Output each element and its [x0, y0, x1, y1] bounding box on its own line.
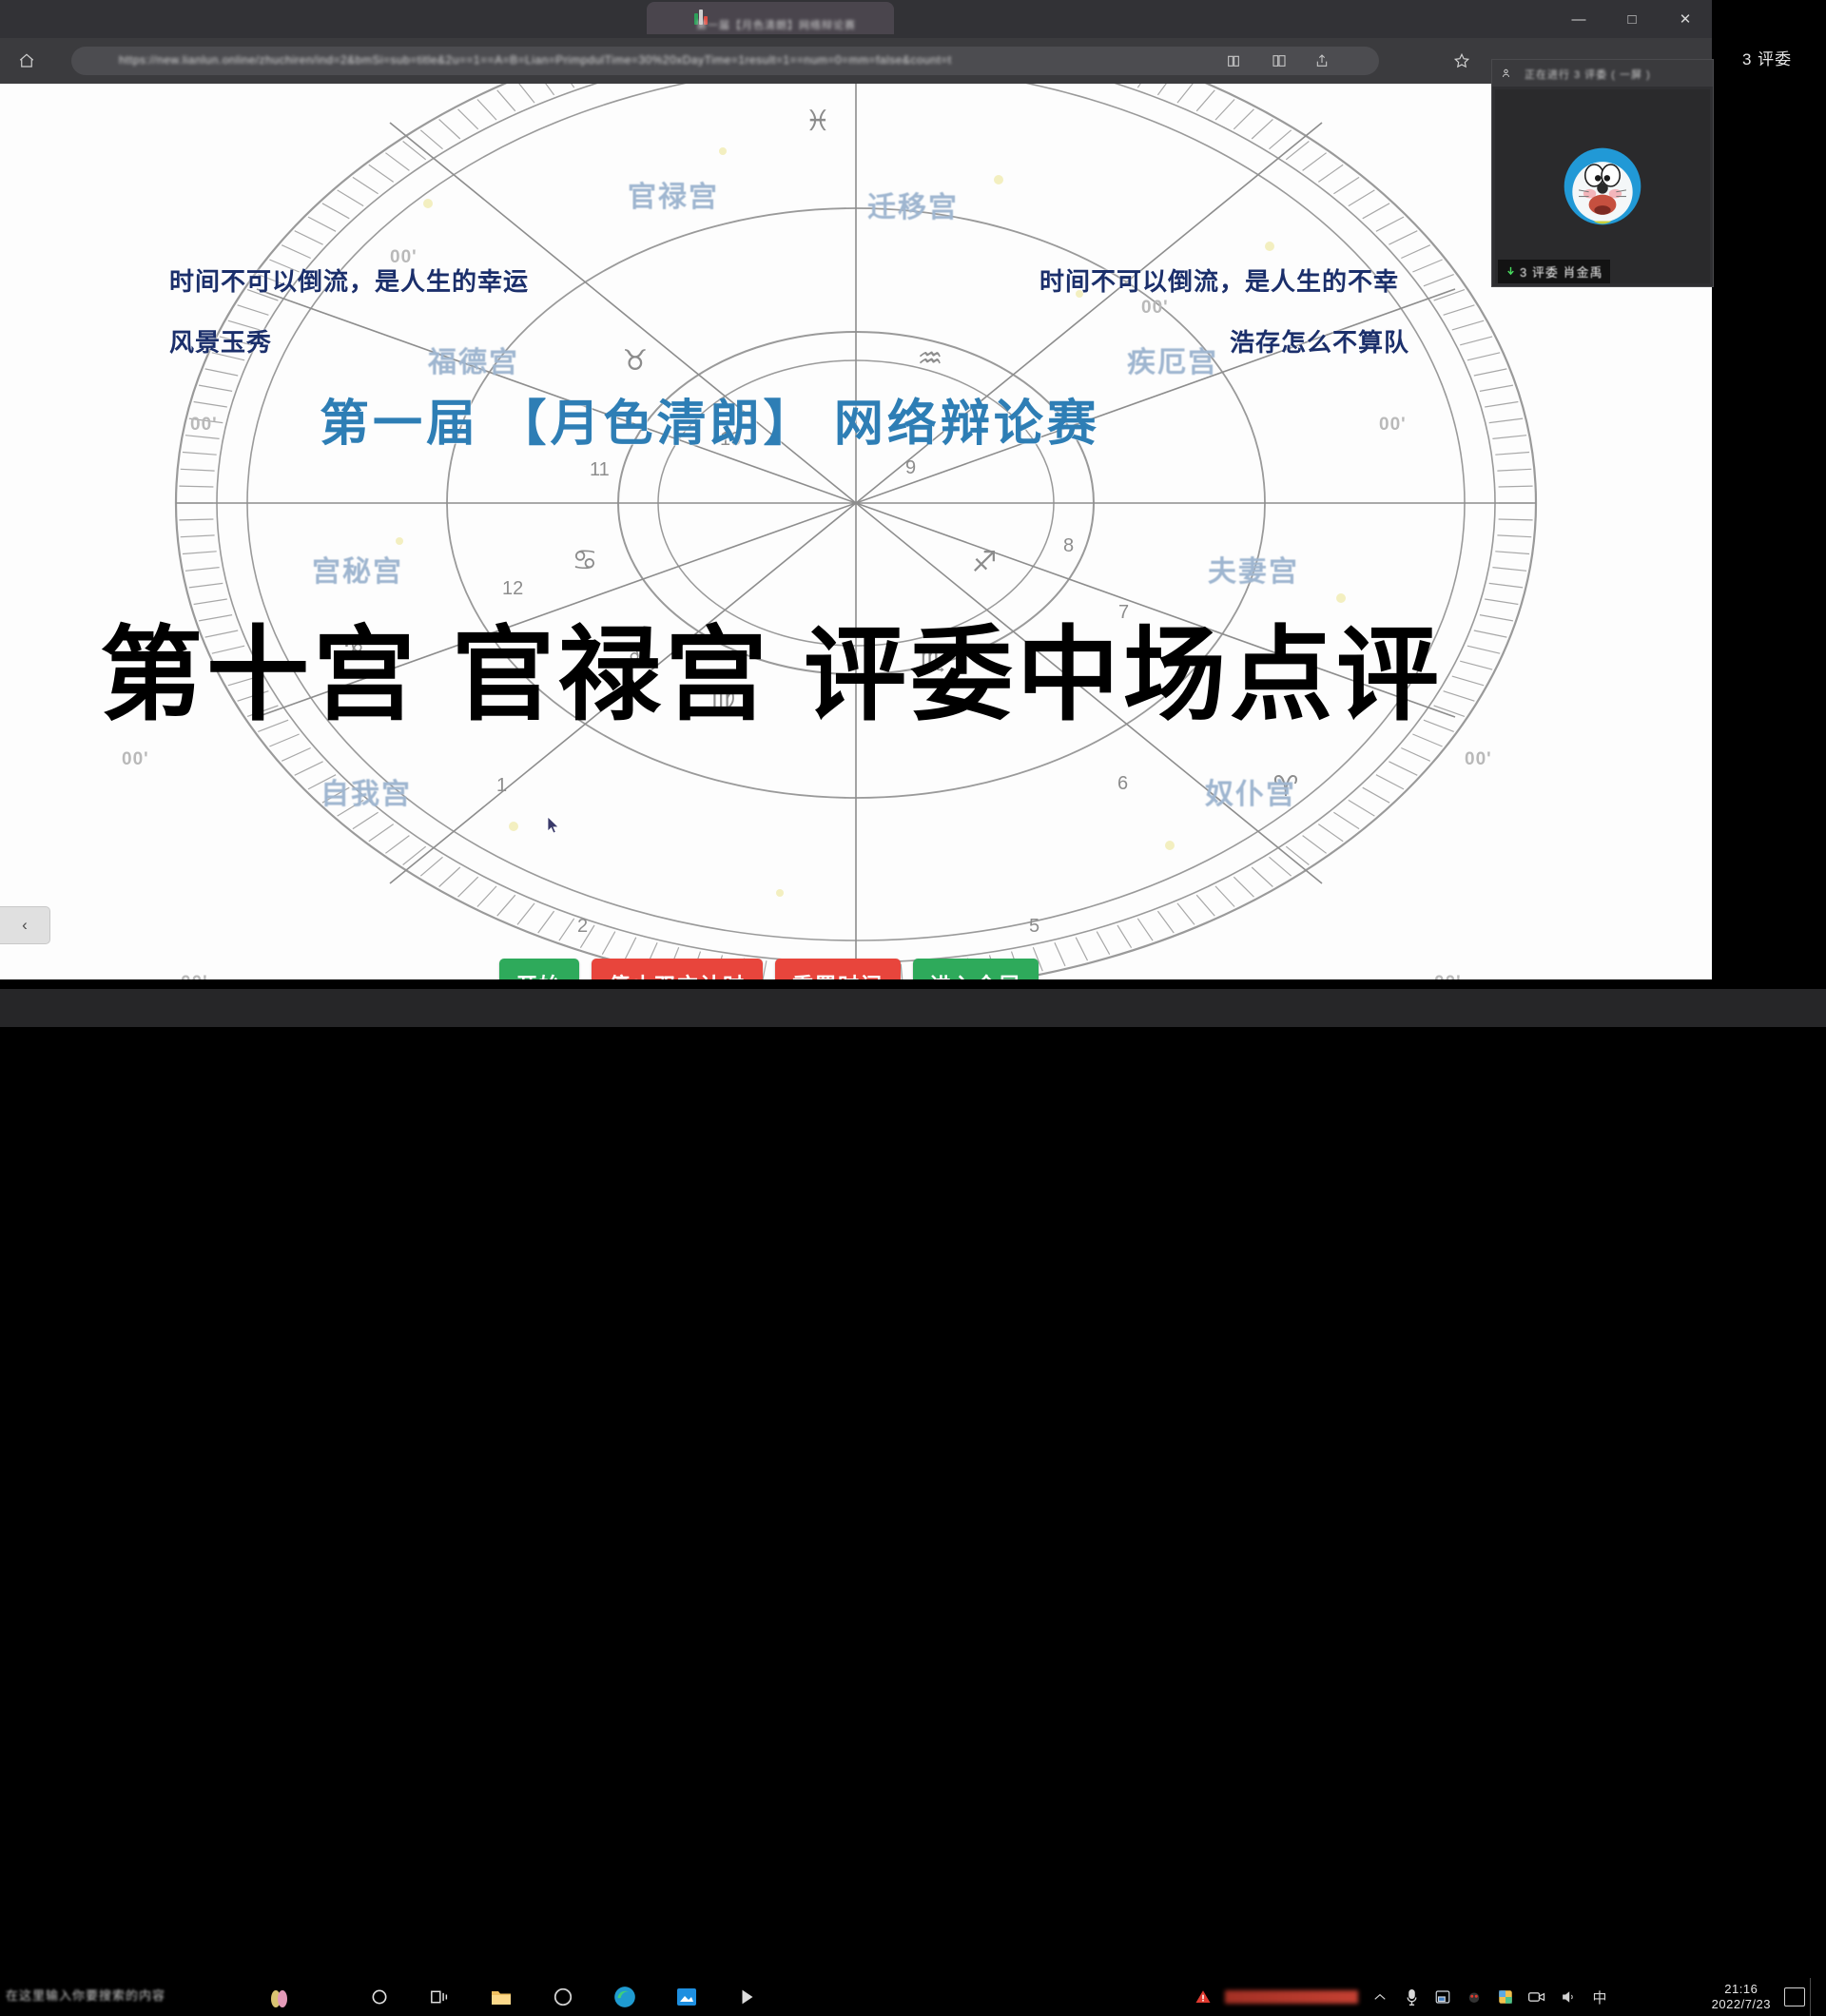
side-panel-handle[interactable]: ‹ [0, 906, 50, 944]
taskbar-clock[interactable]: 21:16 2022/7/23 [1712, 1982, 1771, 2012]
degree-label: 00' [1465, 749, 1492, 770]
page-title: 第十宫 官禄宫 评委中场点评 [100, 592, 1443, 741]
address-bar[interactable]: https://new.lianlun.online/zhuchiren/ind… [71, 47, 1379, 75]
svg-text:♓: ♓ [806, 105, 831, 138]
cortana-icon[interactable] [366, 1984, 393, 2010]
participant-video-tile[interactable]: 3 评委 肖金禹 [1495, 89, 1710, 283]
tab-title: 第一届【月色清朗】网络辩论赛 [696, 17, 886, 32]
house-label-guanlu: 官禄宫 [628, 173, 719, 215]
ime-indicator[interactable]: 中 [1590, 1987, 1609, 2006]
mouse-cursor [547, 816, 560, 835]
microphone-icon[interactable] [1402, 1987, 1421, 2006]
house-label-ziwo: 自我宫 [321, 770, 412, 812]
edge-icon[interactable] [612, 1984, 638, 2010]
degree-label: 00' [1434, 973, 1462, 979]
quote-right-line2: 浩存怎么不算队 [1230, 323, 1409, 359]
home-icon[interactable] [15, 49, 38, 72]
participant-name-pill: 3 评委 肖金禹 [1498, 260, 1610, 283]
degree-label: 00' [122, 749, 149, 770]
svg-text:♋: ♋ [573, 544, 598, 577]
reader-icon[interactable] [1222, 49, 1245, 72]
chrome-icon[interactable] [550, 1984, 576, 2010]
house-label-xiongdi: 宫秘宫 [312, 548, 403, 590]
file-explorer-icon[interactable] [488, 1984, 515, 2010]
degree-label: 00' [1141, 298, 1169, 319]
gutter-meeting-label: 3 评委 [1742, 46, 1792, 69]
svg-text:♐: ♐ [972, 546, 998, 579]
volume-icon[interactable] [1559, 1987, 1578, 2006]
house-number: 11 [590, 459, 610, 481]
meeting-panel[interactable]: 正在进行 3 评委 ( 一屏 ) [1491, 59, 1714, 287]
reset-time-button[interactable]: 重置时间 [775, 959, 901, 979]
avatar [1557, 141, 1648, 232]
house-label-nupu: 奴仆宫 [1205, 770, 1296, 812]
system-tray: 中 [1194, 1984, 1609, 2010]
next-arrow-icon[interactable]: → [1051, 968, 1091, 979]
quote-left-line2: 风景玉秀 [169, 323, 272, 359]
clock-date: 2022/7/23 [1712, 1997, 1771, 2012]
media-app-icon[interactable] [734, 1984, 761, 2010]
house-number: 8 [1063, 535, 1074, 557]
chevron-up-icon[interactable] [1370, 1987, 1389, 2006]
favorite-star-icon[interactable] [1450, 49, 1473, 72]
collections-icon[interactable] [1268, 49, 1291, 72]
start-button[interactable]: 开始 [499, 959, 579, 979]
house-label-fude: 福德宫 [428, 339, 519, 380]
browser-tab[interactable]: 第一届【月色清朗】网络辩论赛 [647, 2, 894, 34]
notification-center-icon[interactable] [1784, 1987, 1805, 2006]
close-icon[interactable]: ✕ [1659, 0, 1712, 38]
desktop: 第一届【月色清朗】网络辩论赛 — □ ✕ https://new.lianlun… [0, 0, 1826, 1027]
task-view-icon[interactable] [426, 1984, 453, 2010]
participant-name: 3 评委 肖金禹 [1520, 262, 1603, 281]
photos-app-icon[interactable] [266, 1984, 293, 2010]
house-number: 6 [1117, 773, 1128, 795]
degree-label: 00' [1379, 415, 1407, 436]
event-subtitle: 第一届 【月色清朗】 网络辩论赛 [320, 383, 1100, 455]
page-viewport: ♉ ♒ ♋ ♐ ♌ ♏ ♍ ♓ ♑ ♈ [0, 84, 1712, 979]
control-button-row: ← 开始 停止双方计时 重置时间 进入全屏 → [447, 959, 1091, 979]
browser-titlebar: 第一届【月色清朗】网络辩论赛 — □ ✕ [0, 0, 1712, 38]
svg-text:♒: ♒ [918, 342, 943, 376]
fullscreen-button[interactable]: 进入全屏 [913, 959, 1039, 979]
recording-status-label [1225, 1990, 1358, 2004]
svg-text:♉: ♉ [623, 344, 649, 378]
quote-left-line1: 时间不可以倒流，是人生的幸运 [169, 262, 529, 298]
house-number: 9 [905, 457, 916, 479]
mic-down-icon [1505, 265, 1516, 278]
house-label-jie: 疾厄宫 [1127, 339, 1218, 380]
people-icon [1502, 68, 1513, 79]
degree-label: 00' [190, 415, 218, 436]
minimize-icon[interactable]: — [1552, 0, 1605, 38]
quote-right-line1: 时间不可以倒流，是人生的不幸 [1039, 262, 1399, 298]
screenshot-icon[interactable] [1433, 1987, 1452, 2006]
house-label-fuqi: 夫妻宫 [1208, 548, 1299, 590]
clock-time: 21:16 [1712, 1982, 1771, 1997]
share-icon[interactable] [1311, 49, 1333, 72]
house-number: 5 [1029, 916, 1039, 938]
stop-timer-button[interactable]: 停止双方计时 [592, 959, 763, 979]
antivirus-icon[interactable] [1465, 1987, 1484, 2006]
taskbar: 在这里输入你要搜索的内容 [0, 989, 1826, 1027]
browser-window: 第一届【月色清朗】网络辩论赛 — □ ✕ https://new.lianlun… [0, 0, 1712, 979]
house-number: 1 [496, 775, 507, 797]
warning-icon[interactable] [1194, 1987, 1213, 2006]
house-label-qianyi: 迁移宫 [867, 184, 959, 225]
show-desktop-button[interactable] [1810, 1978, 1820, 2016]
taskbar-search-placeholder: 在这里输入你要搜索的内容 [6, 1988, 165, 2003]
maximize-icon[interactable]: □ [1605, 0, 1659, 38]
display-icon[interactable] [1496, 1987, 1515, 2006]
taskbar-search-box[interactable]: 在这里输入你要搜索的内容 [6, 1986, 243, 2010]
address-bar-url: https://new.lianlun.online/zhuchiren/ind… [119, 53, 1355, 70]
astrology-wheel: ♉ ♒ ♋ ♐ ♌ ♏ ♍ ♓ ♑ ♈ [114, 84, 1598, 979]
store-icon[interactable] [673, 1984, 700, 2010]
camera-icon[interactable] [1527, 1987, 1546, 2006]
prev-arrow-icon[interactable]: ← [447, 968, 487, 979]
browser-toolbar: https://new.lianlun.online/zhuchiren/ind… [0, 38, 1712, 84]
house-number: 2 [577, 916, 588, 938]
meeting-panel-header: 正在进行 3 评委 ( 一屏 ) [1492, 60, 1713, 87]
degree-label: 00' [181, 973, 208, 979]
meeting-header-title: 正在进行 3 评委 ( 一屏 ) [1525, 67, 1651, 82]
window-controls: — □ ✕ [1552, 0, 1712, 38]
